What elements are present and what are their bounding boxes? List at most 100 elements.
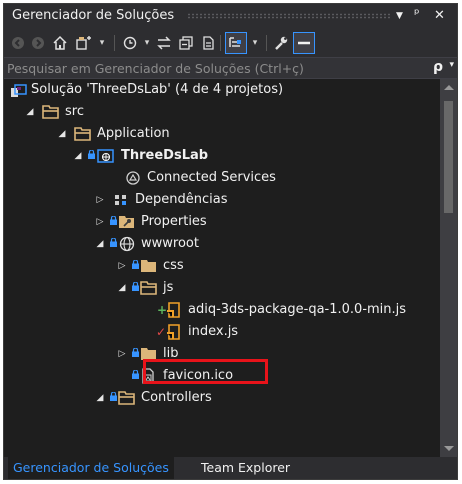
tree-item-connected-services[interactable]: Connected Services xyxy=(4,167,440,189)
minus-bar-icon xyxy=(298,41,310,45)
modified-status-icon: ✓ xyxy=(156,325,167,339)
tree-item-label: js xyxy=(163,280,174,295)
properties-icon xyxy=(119,216,134,228)
tree-item-label: Properties xyxy=(141,214,207,229)
search-options-dropdown-icon[interactable]: ▾ xyxy=(449,60,454,70)
tree-item-label: ThreeDsLab xyxy=(121,148,209,163)
search-input[interactable] xyxy=(7,59,407,77)
back-icon xyxy=(12,37,24,49)
tree-item-application[interactable]: ◢ Application xyxy=(4,123,440,145)
panel-tab-strip: Gerenciador de Soluções Team Explorer xyxy=(4,457,457,479)
auto-hide-button[interactable] xyxy=(293,32,315,54)
folder-icon xyxy=(141,260,156,272)
scroll-down-arrow-icon[interactable] xyxy=(444,446,454,451)
sync-icon xyxy=(157,36,171,50)
tree-item-label: css xyxy=(163,258,184,273)
tree-item-properties[interactable]: ▷ Properties xyxy=(4,211,440,233)
search-icon[interactable]: ρ xyxy=(433,59,443,75)
js-file-icon xyxy=(167,324,180,340)
vertical-scrollbar[interactable] xyxy=(440,79,457,457)
js-file-icon xyxy=(167,302,180,318)
scroll-up-arrow-icon[interactable] xyxy=(444,85,454,90)
collapsed-arrow-icon[interactable]: ▷ xyxy=(94,189,106,211)
globe-icon xyxy=(119,236,135,252)
tree-item-adiq-3ds-package-js[interactable]: + adiq-3ds-package-qa-1.0.0-min.js xyxy=(4,299,440,321)
solution-explorer-panel: Gerenciador de Soluções ▼ ᵖ ✕ ▾ ▾ ▾ Pesq… xyxy=(3,3,458,480)
back-button[interactable] xyxy=(8,33,28,53)
tree-item-label: Controllers xyxy=(141,390,212,405)
expanded-arrow-icon[interactable]: ◢ xyxy=(72,145,84,167)
switch-views-dropdown-icon[interactable]: ▾ xyxy=(92,33,112,53)
source-control-lock-icon xyxy=(110,392,117,401)
tree-item-label: Dependências xyxy=(135,192,228,207)
folder-open-icon xyxy=(140,281,157,295)
switch-views-button[interactable] xyxy=(74,33,94,53)
expanded-arrow-icon[interactable]: ◢ xyxy=(94,387,106,409)
pin-icon[interactable]: ᵖ xyxy=(414,7,420,22)
tree-item-controllers[interactable]: ◢ Controllers xyxy=(4,387,440,409)
forward-button[interactable] xyxy=(28,33,48,53)
source-control-lock-icon xyxy=(132,260,139,269)
source-control-lock-icon xyxy=(132,348,139,357)
properties-wrench-button[interactable] xyxy=(271,33,291,53)
solution-tree: Solução 'ThreeDsLab' (4 de 4 projetos) ◢… xyxy=(4,79,440,457)
collapsed-arrow-icon[interactable]: ▷ xyxy=(116,255,128,277)
source-control-lock-icon xyxy=(110,216,117,225)
expanded-arrow-icon[interactable]: ◢ xyxy=(24,101,36,123)
tree-item-label: Solução 'ThreeDsLab' (4 de 4 projetos) xyxy=(31,82,284,97)
toolbar-separator xyxy=(220,35,221,51)
source-control-lock-icon xyxy=(88,150,95,159)
sync-with-document-button[interactable] xyxy=(154,33,174,53)
toolbar-separator xyxy=(114,35,115,51)
collapse-all-icon xyxy=(179,36,193,50)
web-project-icon xyxy=(97,149,114,163)
panel-toolbar: ▾ ▾ ▾ xyxy=(4,29,457,57)
expanded-arrow-icon[interactable]: ◢ xyxy=(56,123,68,145)
folder-open-icon xyxy=(118,391,135,405)
source-control-lock-icon xyxy=(132,370,139,379)
history-icon xyxy=(123,36,137,50)
wrench-icon xyxy=(275,36,288,50)
tree-item-css[interactable]: ▷ css xyxy=(4,255,440,277)
tree-item-js[interactable]: ◢ js xyxy=(4,277,440,299)
tree-item-dependencies[interactable]: ▷ Dependências xyxy=(4,189,440,211)
tree-item-threedslab-project[interactable]: ◢ ThreeDsLab xyxy=(4,145,440,167)
tree-item-solution[interactable]: Solução 'ThreeDsLab' (4 de 4 projetos) xyxy=(4,79,440,101)
connected-services-icon xyxy=(126,171,140,185)
source-control-lock-icon xyxy=(110,238,117,247)
forward-icon xyxy=(32,37,44,49)
collapsed-arrow-icon[interactable]: ▷ xyxy=(94,211,106,233)
home-button[interactable] xyxy=(50,33,70,53)
solution-icon xyxy=(11,84,27,97)
title-grip xyxy=(187,13,391,19)
tree-item-src[interactable]: ◢ src xyxy=(4,101,440,123)
show-all-files-icon xyxy=(203,36,214,50)
home-icon xyxy=(53,35,67,50)
tree-item-label: index.js xyxy=(188,324,239,339)
close-icon[interactable]: ✕ xyxy=(434,8,445,23)
tree-item-wwwroot[interactable]: ◢ wwwroot xyxy=(4,233,440,255)
expanded-arrow-icon[interactable]: ◢ xyxy=(116,277,128,299)
preview-selected-items-button[interactable] xyxy=(225,32,247,54)
show-all-files-button[interactable] xyxy=(198,33,218,53)
expanded-arrow-icon[interactable]: ◢ xyxy=(94,233,106,255)
preview-dropdown-icon[interactable]: ▾ xyxy=(245,33,265,53)
switch-views-icon xyxy=(76,36,91,50)
source-control-lock-icon xyxy=(132,282,139,291)
toolbar-separator xyxy=(266,35,267,51)
window-position-dropdown-icon[interactable]: ▼ xyxy=(396,11,403,21)
tree-item-index-js[interactable]: ✓ index.js xyxy=(4,321,440,343)
folder-open-icon xyxy=(74,127,91,141)
annotation-highlight-box xyxy=(143,359,268,384)
panel-title: Gerenciador de Soluções xyxy=(12,8,175,23)
collapse-all-button[interactable] xyxy=(176,33,196,53)
tree-item-label: adiq-3ds-package-qa-1.0.0-min.js xyxy=(188,302,407,317)
tab-team-explorer[interactable]: Team Explorer xyxy=(196,457,295,479)
tree-item-label: Application xyxy=(97,126,170,141)
collapsed-arrow-icon[interactable]: ▷ xyxy=(116,343,128,365)
tab-solution-explorer[interactable]: Gerenciador de Soluções xyxy=(8,457,174,479)
tree-item-label: wwwroot xyxy=(141,236,199,251)
preview-icon xyxy=(229,37,241,47)
folder-open-icon xyxy=(42,105,59,119)
scrollbar-thumb[interactable] xyxy=(444,101,453,213)
